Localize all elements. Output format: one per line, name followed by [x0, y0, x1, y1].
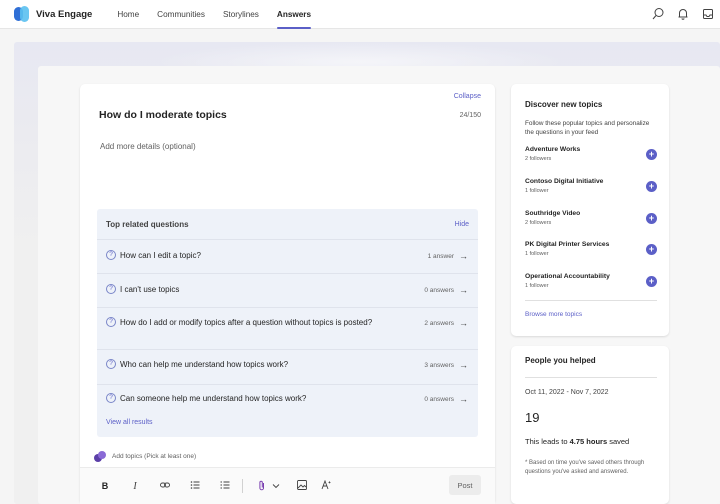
- topic-name[interactable]: Contoso Digital Initiative: [525, 178, 657, 185]
- composer-toolbar: B I Post: [80, 467, 495, 504]
- related-question-text: How can I edit a topic?: [120, 251, 201, 260]
- link-icon[interactable]: [160, 480, 170, 492]
- arrow-right-icon: →: [459, 251, 468, 261]
- add-topics-placeholder: Add topics (Pick at least one): [112, 453, 197, 460]
- question-icon: ?: [106, 250, 116, 260]
- related-questions-panel: Top related questions Hide ? How can I e…: [97, 209, 478, 437]
- topic-followers: 1 follower: [525, 283, 549, 289]
- follow-topic-button[interactable]: +: [646, 181, 657, 192]
- numbered-list-icon[interactable]: [220, 480, 230, 492]
- hide-related-button[interactable]: Hide: [455, 221, 469, 228]
- inbox-icon[interactable]: [702, 7, 714, 21]
- topic-item: Operational Accountability 1 follower +: [525, 273, 657, 289]
- topic-name[interactable]: Operational Accountability: [525, 273, 657, 280]
- topic-followers: 2 followers: [525, 220, 552, 226]
- details-input[interactable]: Add more details (optional): [100, 142, 196, 151]
- follow-topic-button[interactable]: +: [646, 149, 657, 160]
- related-question-text: Can someone help me understand how topic…: [120, 394, 307, 403]
- bell-icon[interactable]: [677, 7, 689, 21]
- answer-count: 3 answers: [424, 361, 454, 369]
- attach-icon[interactable]: [257, 480, 267, 493]
- topic-followers: 1 follower: [525, 251, 549, 257]
- related-question-text: Who can help me understand how topics wo…: [120, 360, 289, 369]
- related-questions-heading: Top related questions: [106, 220, 189, 229]
- answer-count: 0 answers: [424, 286, 454, 294]
- italic-button[interactable]: I: [130, 481, 140, 492]
- answer-count: 0 answers: [424, 395, 454, 403]
- nav-answers[interactable]: Answers: [268, 0, 320, 29]
- related-question-text: How do I add or modify topics after a qu…: [120, 318, 373, 327]
- arrow-right-icon: →: [459, 318, 468, 328]
- related-questions-list: ? How can I edit a topic? 1 answer → ? I…: [97, 239, 478, 415]
- follow-topic-button[interactable]: +: [646, 276, 657, 287]
- topic-name[interactable]: Adventure Works: [525, 146, 657, 153]
- chevron-down-icon[interactable]: [271, 481, 281, 491]
- helped-footnote: * Based on time you've saved others thro…: [525, 460, 645, 475]
- bold-button[interactable]: B: [100, 481, 110, 491]
- related-question-text: I can't use topics: [120, 285, 180, 294]
- viva-engage-logo-icon: [14, 6, 30, 22]
- date-range: Oct 11, 2022 - Nov 7, 2022: [525, 389, 609, 396]
- top-icons: [652, 7, 714, 21]
- view-all-results-link[interactable]: View all results: [106, 419, 153, 426]
- hours-saved-text: This leads to 4.75 hours saved: [525, 437, 629, 446]
- question-icon: ?: [106, 359, 116, 369]
- arrow-right-icon: →: [459, 285, 468, 295]
- follow-topic-button[interactable]: +: [646, 213, 657, 224]
- topic-item: Contoso Digital Initiative 1 follower +: [525, 178, 657, 194]
- related-question-item[interactable]: ? How do I add or modify topics after a …: [97, 307, 478, 349]
- nav-communities[interactable]: Communities: [148, 0, 214, 29]
- search-icon[interactable]: [652, 7, 664, 21]
- discover-title: Discover new topics: [525, 100, 603, 109]
- arrow-right-icon: →: [459, 394, 468, 404]
- collapse-link[interactable]: Collapse: [454, 93, 481, 100]
- discover-topics-card: Discover new topics Follow these popular…: [511, 84, 669, 336]
- related-question-item[interactable]: ? I can't use topics 0 answers →: [97, 273, 478, 307]
- topics-icon: [94, 451, 106, 462]
- question-icon: ?: [106, 393, 116, 403]
- bulleted-list-icon[interactable]: [190, 480, 200, 492]
- app-name: Viva Engage: [36, 8, 93, 20]
- toolbar-divider: [242, 479, 243, 493]
- people-helped-count: 19: [525, 410, 540, 425]
- topic-item: PK Digital Printer Services 1 follower +: [525, 241, 657, 257]
- follow-topic-button[interactable]: +: [646, 244, 657, 255]
- question-icon: ?: [106, 284, 116, 294]
- main-nav: Home Communities Storylines Answers: [108, 0, 320, 29]
- browse-more-topics-link[interactable]: Browse more topics: [525, 311, 582, 318]
- topic-item: Southridge Video 2 followers +: [525, 210, 657, 226]
- character-count: 24/150: [459, 112, 481, 119]
- discover-description: Follow these popular topics and personal…: [525, 120, 650, 136]
- topic-name[interactable]: PK Digital Printer Services: [525, 241, 657, 248]
- ask-question-card: Collapse How do I moderate topics 24/150…: [80, 84, 495, 504]
- related-question-item[interactable]: ? How can I edit a topic? 1 answer →: [97, 239, 478, 273]
- people-helped-title: People you helped: [525, 356, 596, 365]
- topic-followers: 1 follower: [525, 188, 549, 194]
- image-icon[interactable]: [297, 480, 307, 492]
- answer-count: 2 answers: [424, 319, 454, 327]
- question-icon: ?: [106, 317, 116, 327]
- related-question-item[interactable]: ? Can someone help me understand how top…: [97, 384, 478, 415]
- add-topics-field[interactable]: Add topics (Pick at least one): [94, 451, 196, 462]
- nav-storylines[interactable]: Storylines: [214, 0, 268, 29]
- topic-name[interactable]: Southridge Video: [525, 210, 657, 217]
- nav-home[interactable]: Home: [108, 0, 148, 29]
- post-button[interactable]: Post: [449, 475, 481, 495]
- leads-suffix: saved: [607, 437, 630, 446]
- related-question-item[interactable]: ? Who can help me understand how topics …: [97, 349, 478, 384]
- brand[interactable]: Viva Engage: [14, 6, 92, 22]
- topic-followers: 2 followers: [525, 156, 552, 162]
- text-effects-icon[interactable]: [321, 479, 331, 492]
- divider: [525, 377, 657, 378]
- people-helped-card: People you helped Oct 11, 2022 - Nov 7, …: [511, 346, 669, 504]
- top-bar: Viva Engage Home Communities Storylines …: [0, 0, 720, 29]
- hours-saved-value: 4.75 hours: [569, 437, 608, 446]
- arrow-right-icon: →: [459, 360, 468, 370]
- question-title-input[interactable]: How do I moderate topics: [99, 109, 227, 121]
- divider: [525, 300, 657, 301]
- topic-item: Adventure Works 2 followers +: [525, 146, 657, 162]
- answer-count: 1 answer: [427, 252, 454, 260]
- leads-prefix: This leads to: [525, 437, 570, 446]
